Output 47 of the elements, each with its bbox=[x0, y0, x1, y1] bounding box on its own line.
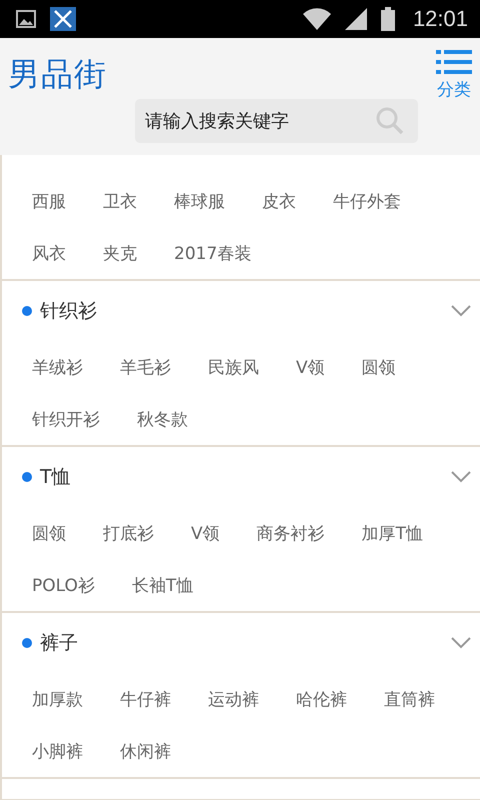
app-logo: 男品街 bbox=[8, 54, 107, 94]
category-title: 针织衫 bbox=[40, 299, 98, 324]
category-tag[interactable]: 加厚款 bbox=[32, 673, 83, 725]
list-icon bbox=[436, 50, 472, 74]
category-tag[interactable]: 秋冬款 bbox=[137, 393, 188, 445]
category-title: 裤子 bbox=[40, 631, 79, 656]
bullet-dot bbox=[22, 638, 32, 648]
category-tag[interactable]: 哈伦裤 bbox=[296, 673, 347, 725]
image-icon bbox=[16, 10, 36, 28]
category-tag[interactable]: 运动裤 bbox=[208, 673, 259, 725]
search-field[interactable]: 请输入搜索关键字 bbox=[135, 99, 418, 143]
category-tag[interactable]: 卫衣 bbox=[103, 175, 137, 227]
category-tag[interactable]: 西服 bbox=[32, 175, 66, 227]
category-tag[interactable]: V领 bbox=[191, 507, 220, 559]
category-tag[interactable]: 小脚裤 bbox=[32, 725, 83, 777]
bullet-dot bbox=[22, 306, 32, 316]
chevron-down-icon[interactable] bbox=[450, 304, 472, 318]
category-tag[interactable]: V领 bbox=[296, 341, 325, 393]
category-tag[interactable]: 民族风 bbox=[208, 341, 259, 393]
category-tag[interactable]: 羊绒衫 bbox=[32, 341, 83, 393]
category-tag[interactable]: POLO衫 bbox=[32, 559, 95, 611]
battery-icon bbox=[380, 7, 395, 31]
category-tag[interactable]: 打底衫 bbox=[103, 507, 154, 559]
category-tag[interactable]: 夹克 bbox=[103, 227, 137, 279]
category-tag[interactable]: 加厚T恤 bbox=[362, 507, 424, 559]
chevron-down-icon[interactable] bbox=[450, 470, 472, 484]
category-tag[interactable]: 2017春装 bbox=[174, 227, 252, 279]
category-tag[interactable]: 直筒裤 bbox=[384, 673, 435, 725]
category-tag[interactable]: 长袖T恤 bbox=[132, 559, 194, 611]
category-tag[interactable]: 棒球服 bbox=[174, 175, 225, 227]
category-tag[interactable]: 休闲裤 bbox=[120, 725, 171, 777]
category-tag[interactable]: 圆领 bbox=[362, 341, 396, 393]
category-menu-button[interactable]: 分类 bbox=[436, 50, 472, 101]
category-tag[interactable]: 牛仔外套 bbox=[333, 175, 401, 227]
status-time: 12:01 bbox=[412, 6, 468, 32]
signal-icon bbox=[344, 8, 367, 30]
category-tag[interactable]: 商务衬衫 bbox=[256, 507, 325, 559]
bullet-dot bbox=[22, 472, 32, 482]
chevron-down-icon[interactable] bbox=[450, 636, 472, 650]
category-tag[interactable]: 风衣 bbox=[32, 227, 66, 279]
category-tag[interactable]: 羊毛衫 bbox=[120, 341, 171, 393]
category-tag[interactable]: 圆领 bbox=[32, 507, 66, 559]
category-tag[interactable]: 针织开衫 bbox=[32, 393, 100, 445]
category-tag[interactable]: 牛仔裤 bbox=[120, 673, 171, 725]
category-title: T恤 bbox=[40, 465, 72, 490]
wifi-icon bbox=[302, 8, 331, 30]
category-tag[interactable]: 皮衣 bbox=[262, 175, 296, 227]
